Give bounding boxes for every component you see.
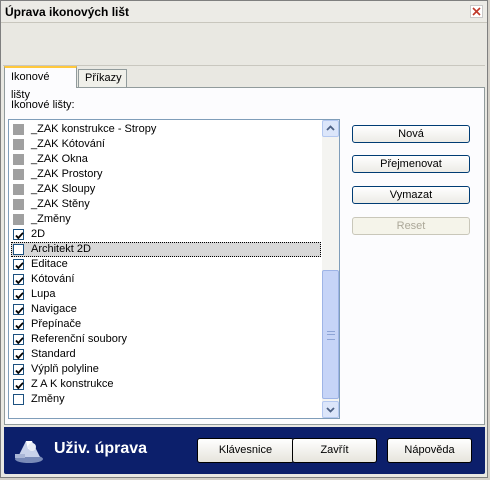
list-item[interactable]: Editace (11, 257, 321, 272)
list-item-label: Standard (31, 348, 76, 360)
tab-ikonove-listy[interactable]: Ikonové lišty (4, 66, 77, 101)
window-title: Úprava ikonových lišt (5, 5, 130, 19)
footer-bar: Uživ. úprava Klávesnice Zavřít Nápověda (4, 427, 485, 474)
list-item[interactable]: _ZAK konstrukce - Stropy (11, 122, 321, 137)
list-item-label: _ZAK Okna (31, 153, 88, 165)
list-item-label: Lupa (31, 288, 56, 300)
list-item[interactable]: 2D (11, 227, 321, 242)
checkbox[interactable] (13, 304, 24, 315)
close-window-button[interactable] (470, 5, 483, 18)
rename-button[interactable]: Přejmenovat (352, 155, 470, 173)
list-item[interactable]: Navigace (11, 302, 321, 317)
list-item[interactable]: Přepínače (11, 317, 321, 332)
list-item-label: Výplň polyline (31, 363, 99, 375)
scroll-down-button[interactable] (322, 401, 339, 418)
grip-icon (327, 331, 335, 340)
checkbox[interactable] (13, 394, 24, 405)
checkbox[interactable] (13, 274, 24, 285)
checkbox[interactable] (13, 169, 24, 180)
footer-title: Uživ. úprava (54, 440, 148, 457)
tab-prikazy[interactable]: Příkazy (78, 69, 127, 87)
list-item-label: _Změny (31, 213, 71, 225)
list-item[interactable]: Kótování (11, 272, 321, 287)
delete-button[interactable]: Vymazat (352, 186, 470, 204)
checkbox[interactable] (13, 229, 24, 240)
list-item[interactable]: _ZAK Prostory (11, 167, 321, 182)
list-item[interactable]: _ZAK Kótování (11, 137, 321, 152)
checkbox[interactable] (13, 349, 24, 360)
list-item[interactable]: _ZAK Okna (11, 152, 321, 167)
checkbox[interactable] (13, 334, 24, 345)
checkbox[interactable] (13, 184, 24, 195)
checkbox[interactable] (13, 124, 24, 135)
checkbox[interactable] (13, 154, 24, 165)
list-item[interactable]: Referenční soubory (11, 332, 321, 347)
list-item-label: Změny (31, 393, 65, 405)
list-item-label: Referenční soubory (31, 333, 127, 345)
checkbox[interactable] (13, 244, 24, 255)
checkbox[interactable] (13, 139, 24, 150)
list-item[interactable]: Výplň polyline (11, 362, 321, 377)
list-item-label: Z A K konstrukce (31, 378, 114, 390)
list-item-label: Kótování (31, 273, 75, 285)
list-item-label: _ZAK Prostory (31, 168, 103, 180)
checkbox[interactable] (13, 289, 24, 300)
list-item-label: _ZAK Stěny (31, 198, 90, 210)
list-item[interactable]: Změny (11, 392, 321, 407)
top-band (3, 23, 485, 66)
checkbox[interactable] (13, 319, 24, 330)
list-item[interactable]: Standard (11, 347, 321, 362)
list-item-label: _ZAK Sloupy (31, 183, 96, 195)
list-item[interactable]: Lupa (11, 287, 321, 302)
list-item-label: Editace (31, 258, 68, 270)
list-item-label: _ZAK konstrukce - Stropy (31, 123, 157, 135)
list-item[interactable]: _ZAK Sloupy (11, 182, 321, 197)
vertical-scrollbar[interactable] (322, 120, 339, 418)
keyboard-button[interactable]: Klávesnice (197, 438, 294, 463)
help-button[interactable]: Nápověda (387, 438, 472, 463)
list-item[interactable]: Z A K konstrukce (11, 377, 321, 392)
checkbox[interactable] (13, 364, 24, 375)
list-item-label: Architekt 2D (31, 243, 91, 255)
list-item-label: Navigace (31, 303, 77, 315)
list-item-label: _ZAK Kótování (31, 138, 105, 150)
user-customize-icon (12, 435, 46, 468)
scroll-thumb[interactable] (322, 270, 339, 399)
list-item-label: 2D (31, 228, 46, 240)
checkbox[interactable] (13, 259, 24, 270)
title-bar: Úprava ikonových lišt (1, 1, 487, 23)
list-item[interactable]: Architekt 2D (11, 242, 321, 257)
checkbox[interactable] (13, 214, 24, 225)
close-button[interactable]: Zavřít (292, 438, 377, 463)
list-item[interactable]: _Změny (11, 212, 321, 227)
scroll-up-button[interactable] (322, 120, 339, 137)
reset-button[interactable]: Reset (352, 217, 470, 235)
checkbox[interactable] (13, 199, 24, 210)
list-item-label: Přepínače (31, 318, 82, 330)
checkbox[interactable] (13, 379, 24, 390)
list-item[interactable]: _ZAK Stěny (11, 197, 321, 212)
toolbars-list[interactable]: _ZAK konstrukce - Stropy _ZAK Kótování _ZA… (8, 119, 340, 419)
new-button[interactable]: Nová (352, 125, 470, 143)
